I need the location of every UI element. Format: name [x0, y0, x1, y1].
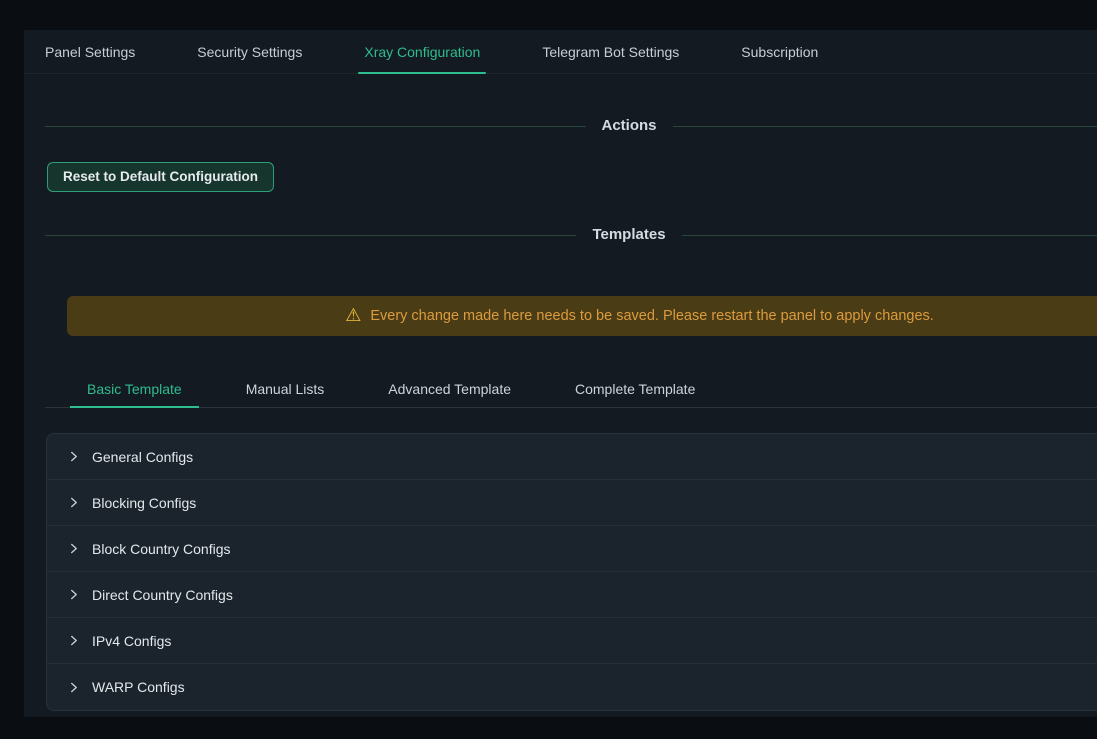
collapse-header-general-configs[interactable]: General Configs — [47, 434, 1097, 480]
config-collapse-list: General Configs Blocking Configs Block C… — [46, 433, 1097, 711]
chevron-right-icon — [68, 589, 79, 600]
chevron-right-icon — [68, 682, 79, 693]
reset-default-configuration-button[interactable]: Reset to Default Configuration — [47, 162, 274, 192]
restart-warning-alert: ⚠ Every change made here needs to be sav… — [67, 296, 1097, 336]
collapse-header-label: Block Country Configs — [92, 541, 231, 557]
collapse-header-label: IPv4 Configs — [92, 633, 171, 649]
settings-card: Panel Settings Security Settings Xray Co… — [24, 30, 1097, 717]
tab-security-settings[interactable]: Security Settings — [197, 30, 302, 73]
tab-panel-settings[interactable]: Panel Settings — [45, 30, 135, 73]
collapse-header-blocking-configs[interactable]: Blocking Configs — [47, 480, 1097, 526]
tab-xray-configuration[interactable]: Xray Configuration — [364, 30, 480, 73]
template-tab-bar: Basic Template Manual Lists Advanced Tem… — [45, 370, 1097, 408]
collapse-header-label: Direct Country Configs — [92, 587, 233, 603]
tab-basic-template[interactable]: Basic Template — [70, 370, 199, 407]
collapse-header-block-country-configs[interactable]: Block Country Configs — [47, 526, 1097, 572]
divider-line — [45, 235, 576, 236]
tab-manual-lists[interactable]: Manual Lists — [229, 370, 342, 407]
chevron-right-icon — [68, 451, 79, 462]
chevron-right-icon — [68, 635, 79, 646]
collapse-header-label: General Configs — [92, 449, 193, 465]
tab-advanced-template[interactable]: Advanced Template — [371, 370, 528, 407]
collapse-header-ipv4-configs[interactable]: IPv4 Configs — [47, 618, 1097, 664]
main-tab-bar: Panel Settings Security Settings Xray Co… — [24, 30, 1097, 74]
templates-section-title: Templates — [576, 225, 681, 245]
collapse-header-label: WARP Configs — [92, 679, 185, 695]
collapse-header-label: Blocking Configs — [92, 495, 196, 511]
warning-triangle-icon: ⚠ — [345, 306, 361, 324]
warning-alert-text: Every change made here needs to be saved… — [370, 308, 933, 324]
actions-section-divider: Actions — [45, 116, 1097, 136]
tab-subscription[interactable]: Subscription — [741, 30, 818, 73]
chevron-right-icon — [68, 543, 79, 554]
actions-section-title: Actions — [586, 116, 673, 136]
chevron-right-icon — [68, 497, 79, 508]
tab-complete-template[interactable]: Complete Template — [558, 370, 712, 407]
collapse-header-direct-country-configs[interactable]: Direct Country Configs — [47, 572, 1097, 618]
templates-section-divider: Templates — [45, 225, 1097, 245]
tab-telegram-bot-settings[interactable]: Telegram Bot Settings — [542, 30, 679, 73]
divider-line — [673, 126, 1097, 127]
divider-line — [45, 126, 586, 127]
collapse-header-warp-configs[interactable]: WARP Configs — [47, 664, 1097, 710]
divider-line — [682, 235, 1097, 236]
